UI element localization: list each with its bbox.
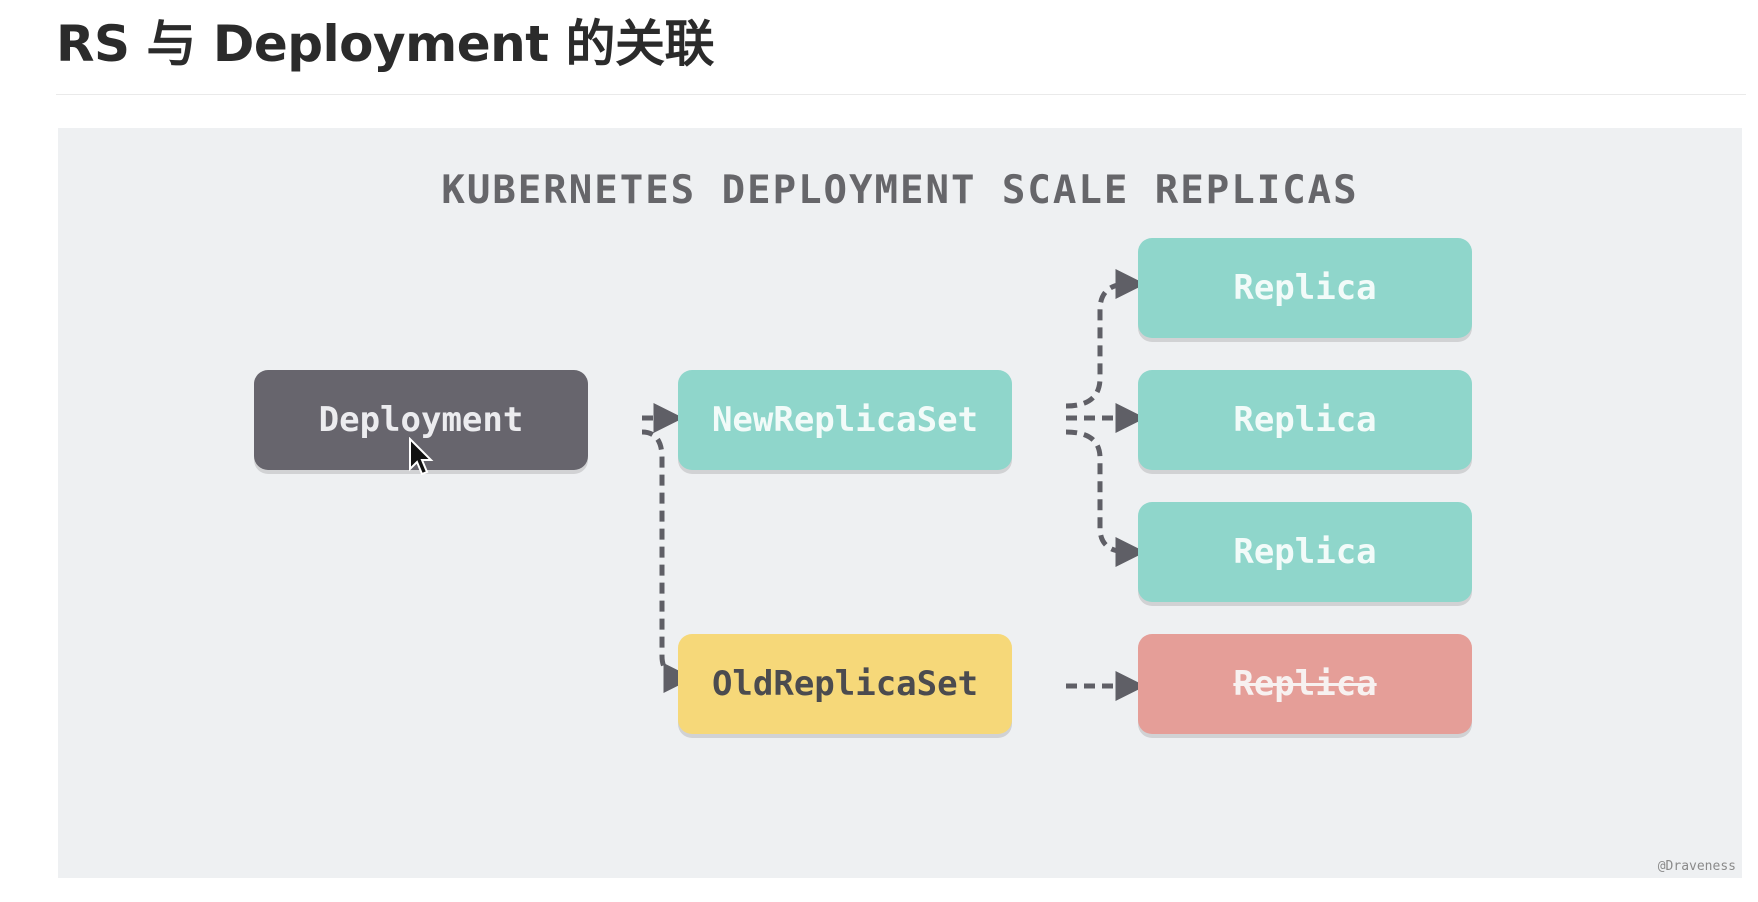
connector-layer [641,269,1146,701]
page-title: RS 与 Deployment 的关联 [56,15,715,73]
mouse-pointer-icon [409,437,434,476]
diagram-title: KUBERNETES DEPLOYMENT SCALE REPLICAS [441,168,1359,213]
edge-newreplicaset-to-replica-1 [1065,269,1146,409]
replica-removed-label: Replica [1233,664,1377,704]
node-old-replica-set: OldReplicaSet [678,634,1012,734]
node-replica-3: Replica [1138,502,1472,602]
title-divider [56,94,1746,95]
node-replica-removed: Replica [1138,634,1472,734]
node-new-replica-set: NewReplicaSet [678,370,1012,470]
node-replica-1: Replica [1138,238,1472,338]
diagram-figure: KUBERNETES DEPLOYMENT SCALE REPLICAS Dep… [58,128,1742,878]
node-replica-2: Replica [1138,370,1472,470]
watermark: @Draveness [1657,859,1736,874]
edge-newreplicaset-to-replica-3 [1065,429,1146,567]
